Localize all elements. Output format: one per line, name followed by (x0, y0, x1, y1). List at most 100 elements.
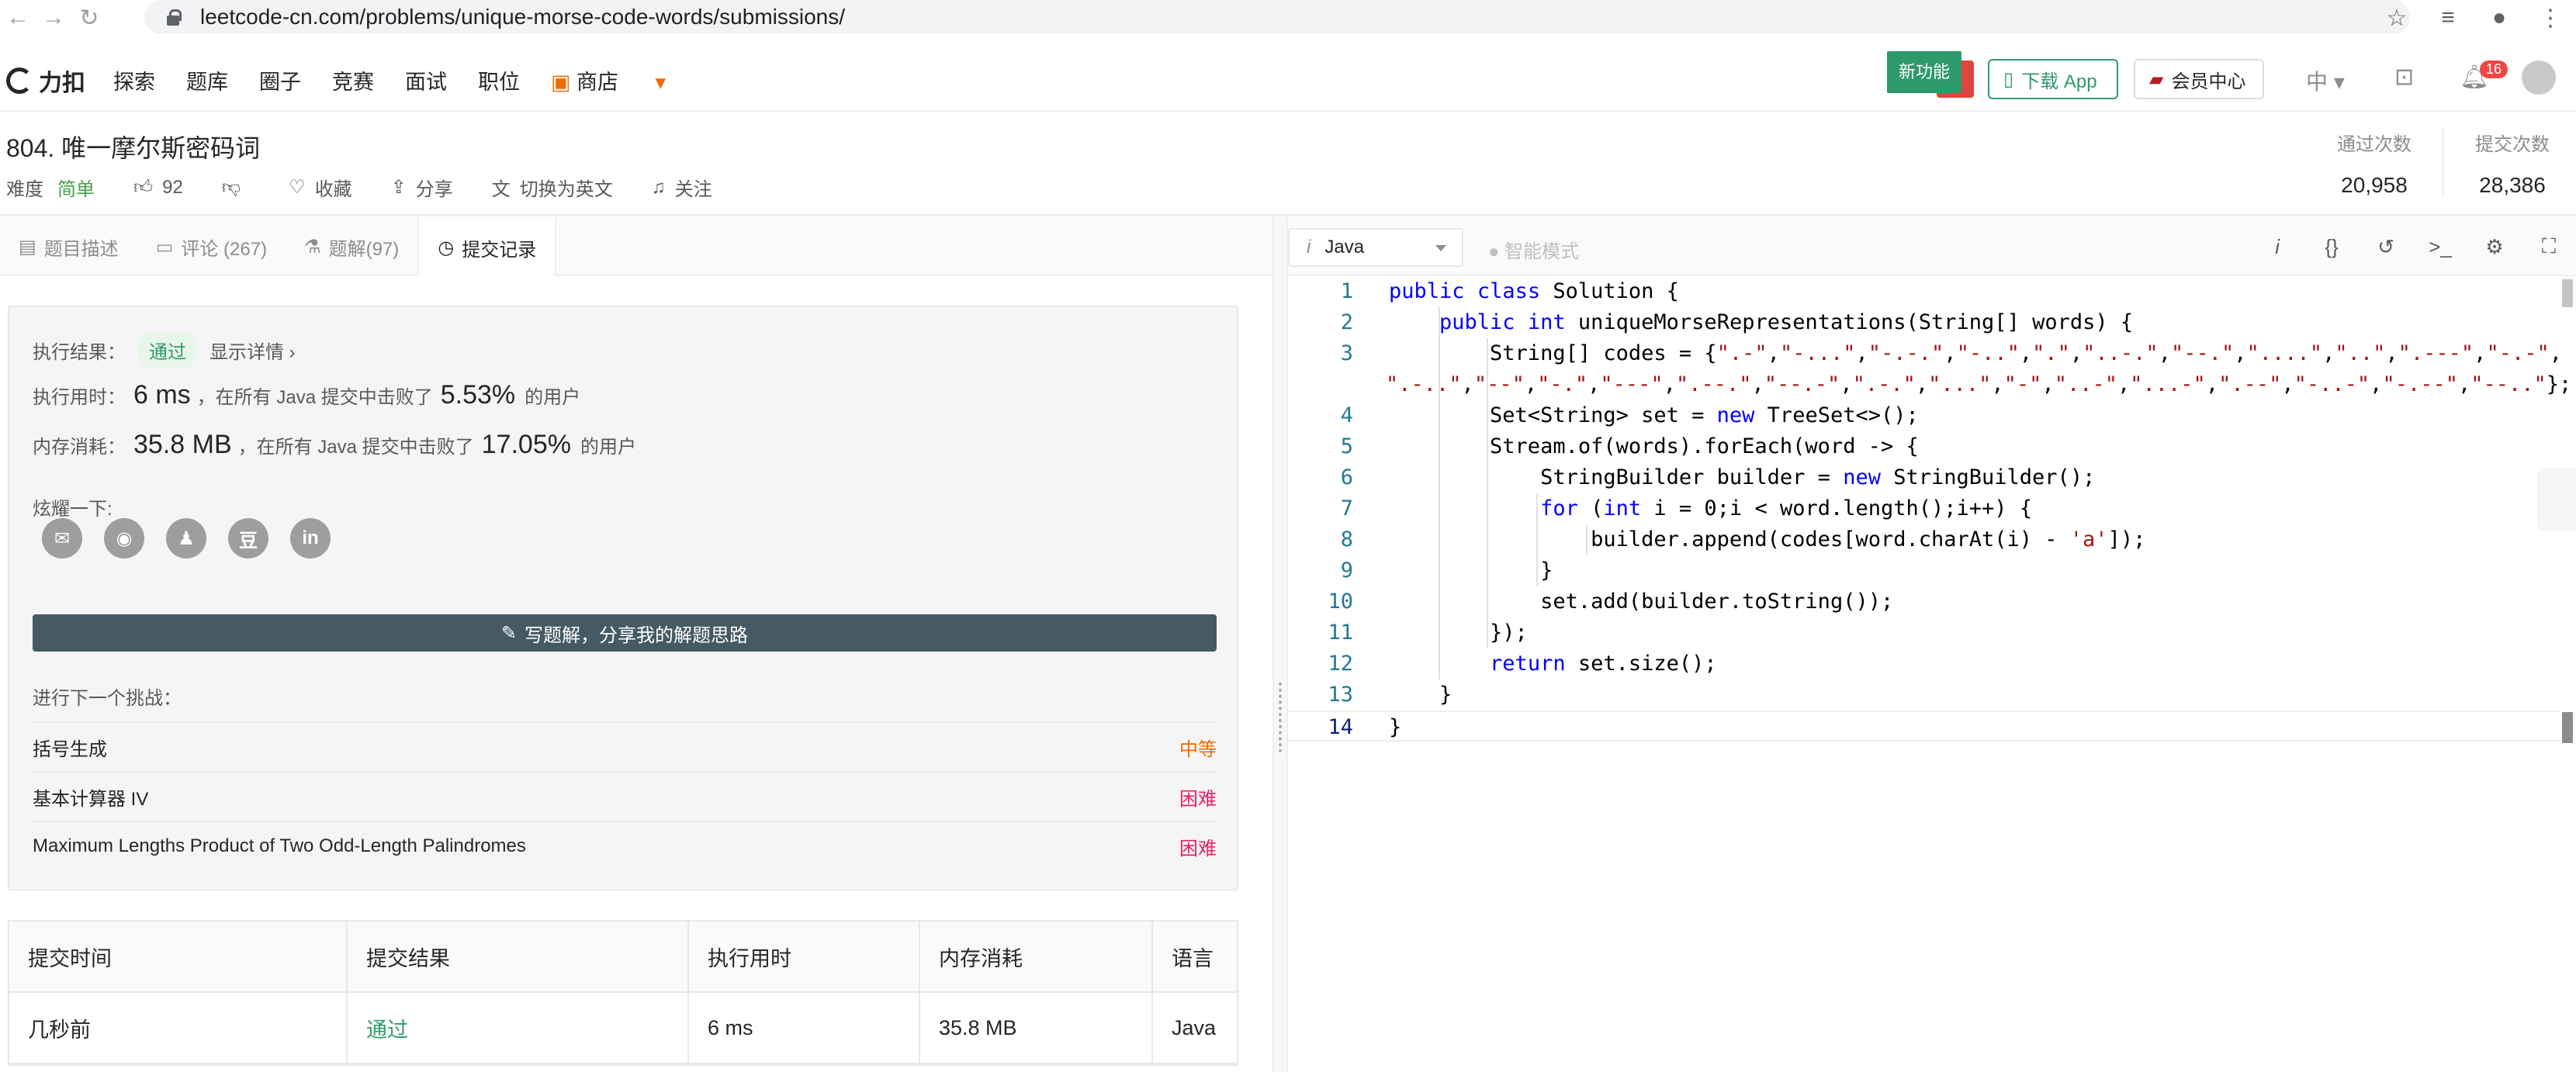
pane-splitter[interactable] (1272, 217, 1288, 1072)
nav-explore[interactable]: 探索 (113, 65, 155, 95)
clock-icon: ◷ (438, 237, 455, 258)
logo-text: 力扣 (39, 71, 85, 96)
settings-gear-icon[interactable]: ⚙ (2467, 235, 2522, 259)
tab-description[interactable]: ▤ 题目描述 (0, 217, 137, 276)
line-text: public class Solution { (1389, 279, 1679, 303)
problem-tabs: ▤ 题目描述 ▭ 评论 (267) ⚗ 题解(97) ◷ 提交记录 (0, 217, 1272, 278)
memory-text: ，在所有 Java 提交中击败了 (237, 437, 474, 458)
follow-button[interactable]: ♫ 关注 (652, 174, 712, 201)
menu-icon[interactable]: ⋮ (2525, 5, 2576, 32)
logo[interactable]: 力扣 (6, 64, 85, 98)
terminal-icon[interactable]: >_ (2413, 235, 2467, 259)
reading-list-icon[interactable]: ≡ (2422, 5, 2474, 31)
drag-handle[interactable] (1279, 683, 1282, 752)
reset-icon[interactable]: ↺ (2359, 235, 2413, 259)
tab-submissions-label: 提交记录 (462, 239, 537, 261)
favorite-button[interactable]: ♡ 收藏 (289, 174, 352, 201)
challenge-name: 括号生成 (33, 738, 107, 760)
bookmark-star-icon[interactable]: ☆ (2371, 5, 2422, 32)
challenge-item[interactable]: 括号生成 中等 (33, 721, 1217, 771)
site-header: 力扣 探索 题库 圈子 竞赛 面试 职位 ▣ 商店 ▾ 新功能 ▯ 下载 App… (0, 43, 2576, 112)
nav-interview[interactable]: 面试 (405, 65, 447, 95)
code-line: 5 Stream.of(words).forEach(word -> { (1288, 431, 2560, 462)
challenge-item[interactable]: Maximum Lengths Product of Two Odd-Lengt… (33, 821, 1217, 870)
nav-circle[interactable]: 圈子 (259, 65, 301, 95)
line-text: set.add(builder.toString()); (1389, 590, 1894, 614)
header-result: 提交结果 (348, 921, 689, 992)
code-line: 12 return set.size(); (1288, 648, 2560, 680)
qq-icon[interactable]: ♟ (166, 518, 206, 558)
reload-icon[interactable]: ↻ (71, 0, 107, 36)
share-label: 分享 (415, 179, 453, 200)
write-solution-label: 写题解，分享我的解题思路 (525, 624, 749, 646)
new-feature-badge[interactable]: 新功能 (1887, 51, 1961, 93)
line-text: public int uniqueMorseRepresentations(St… (1439, 310, 2134, 334)
like-button[interactable]: 👍︎ 92 (133, 177, 183, 199)
smart-mode-toggle[interactable]: ● 智能模式 (1488, 236, 1579, 263)
tab-solutions[interactable]: ⚗ 题解(97) (286, 217, 417, 276)
download-app-button[interactable]: ▯ 下载 App (1988, 59, 2118, 99)
cell-result-link[interactable]: 通过 (348, 992, 689, 1063)
feedback-tab[interactable] (2537, 469, 2576, 531)
code-line: 8 builder.append(codes[word.charAt(i) - … (1288, 524, 2560, 555)
memory-suffix: 的用户 (580, 437, 636, 458)
language-switch[interactable]: 中 ▾ (2306, 65, 2345, 96)
language-select[interactable]: i Java (1288, 228, 1463, 267)
switch-language-button[interactable]: 文 切换为英文 (492, 174, 613, 201)
notification-badge: 16 (2480, 61, 2508, 78)
code-line: 9 } (1288, 555, 2560, 586)
share-button[interactable]: ⇪ 分享 (391, 174, 453, 201)
cell-language: Java (1172, 1015, 1217, 1039)
language-select-value: Java (1324, 237, 1365, 258)
line-text: for (int i = 0;i < word.length();i++) { (1540, 496, 2033, 520)
challenge-name: Maximum Lengths Product of Two Odd-Lengt… (33, 835, 526, 856)
braces-icon[interactable]: {} (2304, 235, 2359, 259)
line-number: 10 (1328, 590, 1353, 614)
back-icon[interactable]: ← (0, 0, 36, 36)
code-line: 2 public int uniqueMorseRepresentations(… (1288, 307, 2560, 338)
memory-value: 35.8 MB (133, 430, 232, 459)
playground-icon[interactable]: ⊡ (2394, 64, 2414, 91)
address-bar[interactable]: leetcode-cn.com/problems/unique-morse-co… (144, 0, 2410, 34)
line-number: 12 (1328, 652, 1353, 676)
forward-icon[interactable]: → (36, 0, 71, 36)
header-memory: 内存消耗 (920, 921, 1153, 992)
accepted-label: 通过次数 (2337, 134, 2412, 155)
dislike-button[interactable]: 👎︎ (222, 177, 250, 199)
member-center-button[interactable]: ▰ 会员中心 (2134, 59, 2264, 99)
linkedin-icon[interactable]: in (290, 518, 331, 558)
translate-icon: 文 (491, 179, 511, 200)
memory-percentile: 17.05% (481, 430, 571, 459)
runtime-text: ，在所有 Java 提交中击败了 (196, 387, 433, 408)
profile-icon[interactable]: ● (2474, 5, 2525, 31)
line-text: }); (1389, 621, 1528, 645)
runtime-value: 6 ms (133, 380, 191, 410)
challenge-item[interactable]: 基本计算器 IV 困难 (33, 771, 1217, 821)
pencil-icon: ✎ (500, 622, 518, 644)
info-italic-icon[interactable]: i (2250, 235, 2304, 259)
line-text: String[] codes = {".-","-...","-.-.","-.… (1389, 341, 2562, 365)
nav-store[interactable]: ▣ 商店 ▾ (551, 65, 666, 95)
show-detail-link[interactable]: 显示详情 › (209, 337, 296, 364)
douban-icon[interactable]: 豆 (228, 518, 268, 558)
nav-jobs[interactable]: 职位 (478, 65, 520, 95)
nav-contest[interactable]: 竞赛 (332, 65, 374, 95)
tab-comments[interactable]: ▭ 评论 (267) (137, 217, 286, 276)
url-text: leetcode-cn.com/problems/unique-morse-co… (200, 5, 846, 29)
write-solution-button[interactable]: ✎ 写题解，分享我的解题思路 (33, 614, 1217, 652)
difficulty-label: 难度 (6, 179, 43, 200)
share-icon: ⇪ (390, 177, 407, 198)
runtime-suffix: 的用户 (525, 387, 581, 408)
editor-scrollbar[interactable] (2562, 279, 2573, 307)
weibo-icon[interactable]: ◉ (104, 518, 144, 558)
tab-submissions[interactable]: ◷ 提交记录 (417, 217, 557, 278)
avatar[interactable] (2522, 61, 2556, 95)
code-editor[interactable]: 1 public class Solution { 2 public int un… (1288, 276, 2576, 1072)
fullscreen-icon[interactable]: ⛶ (2522, 234, 2576, 259)
favorite-label: 收藏 (314, 179, 352, 200)
wechat-icon[interactable]: ✉ (42, 518, 82, 558)
line-number: 4 (1340, 403, 1353, 427)
editor-toolbar: i Java ● 智能模式 i {} ↺ >_ ⚙ ⛶ (1288, 217, 2576, 276)
nav-problems[interactable]: 题库 (186, 65, 228, 95)
tab-solutions-label: 题解(97) (328, 238, 400, 260)
